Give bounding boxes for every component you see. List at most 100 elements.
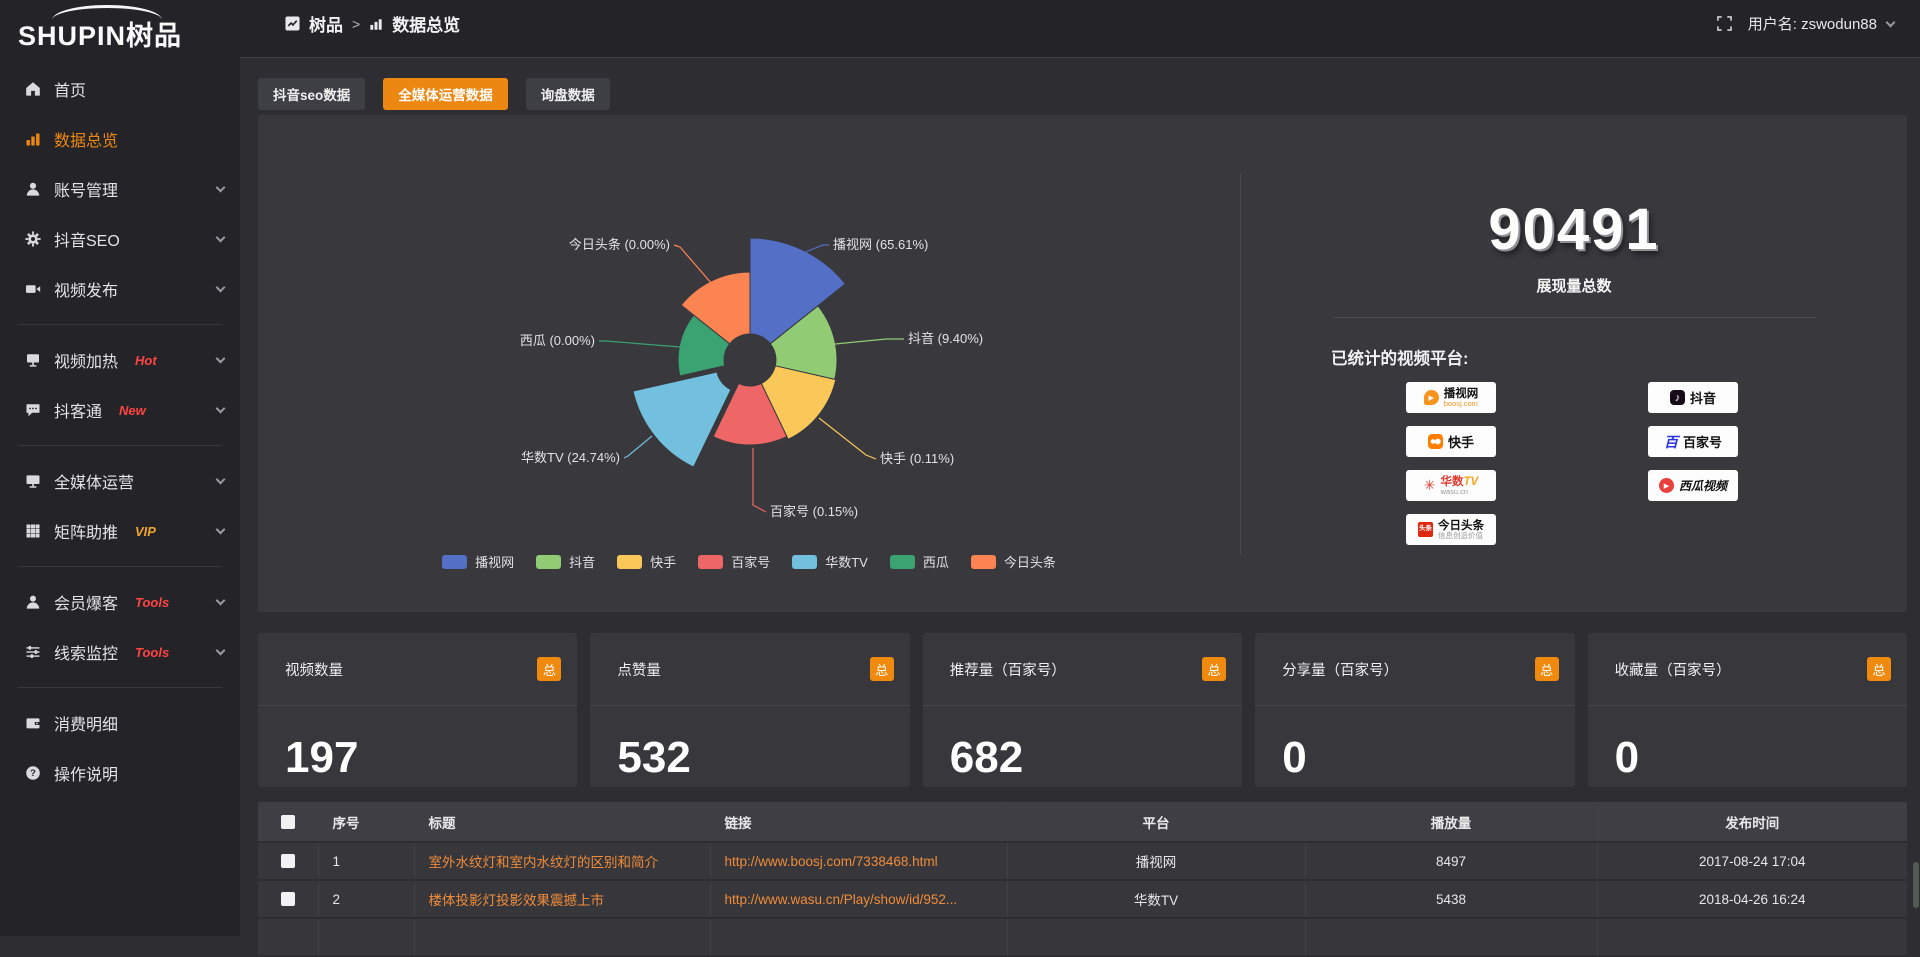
legend-label: 百家号: [731, 552, 770, 571]
legend-item[interactable]: 抖音: [536, 552, 595, 571]
stat-cards-row: 视频数量总197点赞量总532推荐量（百家号）总682分享量（百家号）总0收藏量…: [258, 633, 1907, 787]
legend-item[interactable]: 今日头条: [971, 552, 1056, 571]
video-title-link[interactable]: 楼体投影灯投影效果震撼上市: [429, 893, 605, 908]
cell-platform: 播视网: [1007, 842, 1305, 880]
legend-item[interactable]: 西瓜: [890, 552, 949, 571]
svg-text:?: ?: [30, 768, 36, 779]
breadcrumb: 树品 > 数据总览: [285, 11, 460, 36]
username-label[interactable]: 用户名: zswodun88: [1748, 13, 1877, 34]
platform-chip: 头条今日头条信息创造价值: [1406, 514, 1496, 545]
legend-swatch: [442, 555, 467, 569]
platform-chip: ▶播视网boosj.com: [1406, 382, 1496, 413]
legend-item[interactable]: 华数TV: [792, 552, 868, 571]
horizontal-divider: [1333, 317, 1816, 318]
monitor-icon: [25, 473, 41, 489]
sidebar-item[interactable]: ?操作说明: [0, 748, 240, 798]
tab[interactable]: 抖音seo数据: [258, 78, 365, 110]
legend-item[interactable]: 快手: [617, 552, 676, 571]
sidebar-item[interactable]: 数据总览: [0, 114, 240, 164]
sidebar-item-label: 抖客通: [54, 398, 102, 422]
home-icon: [25, 81, 41, 97]
platform-chip: 快手: [1406, 426, 1496, 457]
sidebar-divider: [18, 445, 222, 446]
douyin-logo-icon: ♪: [1670, 390, 1685, 405]
sidebar-item[interactable]: 视频发布: [0, 264, 240, 314]
chevron-down-icon[interactable]: [216, 474, 226, 484]
sidebar-item[interactable]: 账号管理: [0, 164, 240, 214]
stat-card-header: 收藏量（百家号）总: [1588, 633, 1907, 706]
total-badge[interactable]: 总: [1867, 657, 1891, 681]
chevron-down-icon[interactable]: [216, 595, 226, 605]
legend-swatch: [890, 555, 915, 569]
chart-legend: 播视网 抖音 快手 百家号 华数TV 西瓜 今日头条: [258, 552, 1240, 571]
row-checkbox[interactable]: [281, 892, 295, 906]
sidebar-item[interactable]: 线索监控Tools: [0, 627, 240, 677]
label-leader-line: [753, 448, 766, 512]
sidebar-item[interactable]: 消费明细: [0, 698, 240, 748]
gear-icon: [25, 231, 41, 247]
sidebar: SHUPIN树品 首页数据总览账号管理抖音SEO视频发布视频加热Hot抖客通Ne…: [0, 0, 240, 936]
pie-slice[interactable]: [633, 372, 731, 467]
user-chevron-down-icon[interactable]: [1886, 18, 1896, 28]
legend-item[interactable]: 播视网: [442, 552, 514, 571]
sidebar-item-badge: VIP: [135, 524, 156, 539]
sidebar-item-badge: Hot: [135, 353, 157, 368]
chevron-down-icon[interactable]: [216, 232, 226, 242]
sidebar-item[interactable]: 抖客通New: [0, 385, 240, 435]
video-url-link[interactable]: http://www.boosj.com/7338468.html: [725, 854, 938, 869]
cell-plays: 5438: [1305, 880, 1597, 918]
stat-card: 收藏量（百家号）总0: [1588, 633, 1907, 787]
platform-chips: ▶播视网boosj.com快手✳华数TVwasu.cn头条今日头条信息创造价值♪…: [1406, 382, 1907, 545]
sidebar-item[interactable]: 矩阵助推VIP: [0, 506, 240, 556]
sidebar-item[interactable]: 会员爆客Tools: [0, 577, 240, 627]
chevron-down-icon[interactable]: [216, 645, 226, 655]
legend-swatch: [792, 555, 817, 569]
sidebar-item[interactable]: 首页: [0, 64, 240, 114]
data-tabs: 抖音seo数据全媒体运营数据询盘数据: [258, 78, 1907, 110]
fullscreen-icon[interactable]: [1717, 16, 1732, 31]
sidebar-item[interactable]: 全媒体运营: [0, 456, 240, 506]
stat-card: 分享量（百家号）总0: [1255, 633, 1574, 787]
main-content: 抖音seo数据全媒体运营数据询盘数据 播视网 (65.61%) 抖音 (9.40%…: [258, 58, 1907, 957]
scrollbar-thumb[interactable]: [1913, 862, 1919, 908]
chevron-down-icon[interactable]: [216, 353, 226, 363]
chevron-down-icon[interactable]: [216, 182, 226, 192]
total-badge[interactable]: 总: [1202, 657, 1226, 681]
sidebar-divider: [18, 324, 222, 325]
legend-label: 华数TV: [825, 552, 868, 571]
brand-logo[interactable]: SHUPIN树品: [0, 0, 240, 62]
tab[interactable]: 全媒体运营数据: [383, 78, 508, 110]
sidebar-item-label: 账号管理: [54, 177, 118, 201]
summary-area: 90491 展现量总数 已统计的视频平台: ▶播视网boosj.com快手✳华数…: [1241, 115, 1907, 612]
chevron-down-icon[interactable]: [216, 403, 226, 413]
pie-label: 西瓜 (0.00%): [520, 333, 595, 348]
select-all-checkbox[interactable]: [281, 815, 295, 829]
table-header-cell: 发布时间: [1597, 802, 1907, 842]
platform-chip: ♪抖音: [1648, 382, 1738, 413]
total-badge[interactable]: 总: [537, 657, 561, 681]
total-impressions-value: 90491: [1241, 201, 1907, 259]
legend-item[interactable]: 百家号: [698, 552, 770, 571]
row-checkbox[interactable]: [281, 854, 295, 868]
sidebar-item-label: 消费明细: [54, 711, 118, 735]
video-table-section: 序号标题链接平台播放量发布时间 1室外水纹灯和室内水纹灯的区别和简介http:/…: [258, 802, 1907, 957]
pie-label: 抖音 (9.40%): [908, 331, 983, 346]
total-badge[interactable]: 总: [1535, 657, 1559, 681]
sidebar-item[interactable]: 抖音SEO: [0, 214, 240, 264]
pie-label: 播视网 (65.61%): [833, 237, 928, 252]
cell-plays: 8497: [1305, 842, 1597, 880]
tab[interactable]: 询盘数据: [526, 78, 610, 110]
sidebar-nav: 首页数据总览账号管理抖音SEO视频发布视频加热Hot抖客通New 全媒体运营矩阵助…: [0, 62, 240, 798]
table-header-cell: 播放量: [1305, 802, 1597, 842]
total-badge[interactable]: 总: [870, 657, 894, 681]
video-title-link[interactable]: 室外水纹灯和室内水纹灯的区别和简介: [429, 855, 659, 870]
breadcrumb-root[interactable]: 树品: [309, 11, 343, 36]
chevron-down-icon[interactable]: [216, 282, 226, 292]
chevron-down-icon[interactable]: [216, 524, 226, 534]
pie-label: 华数TV (24.74%): [521, 450, 620, 465]
video-table: 序号标题链接平台播放量发布时间 1室外水纹灯和室内水纹灯的区别和简介http:/…: [258, 802, 1907, 957]
platform-chip: 百百家号: [1648, 426, 1738, 457]
stat-card: 推荐量（百家号）总682: [923, 633, 1242, 787]
video-url-link[interactable]: http://www.wasu.cn/Play/show/id/952...: [725, 892, 958, 907]
sidebar-item[interactable]: 视频加热Hot: [0, 335, 240, 385]
